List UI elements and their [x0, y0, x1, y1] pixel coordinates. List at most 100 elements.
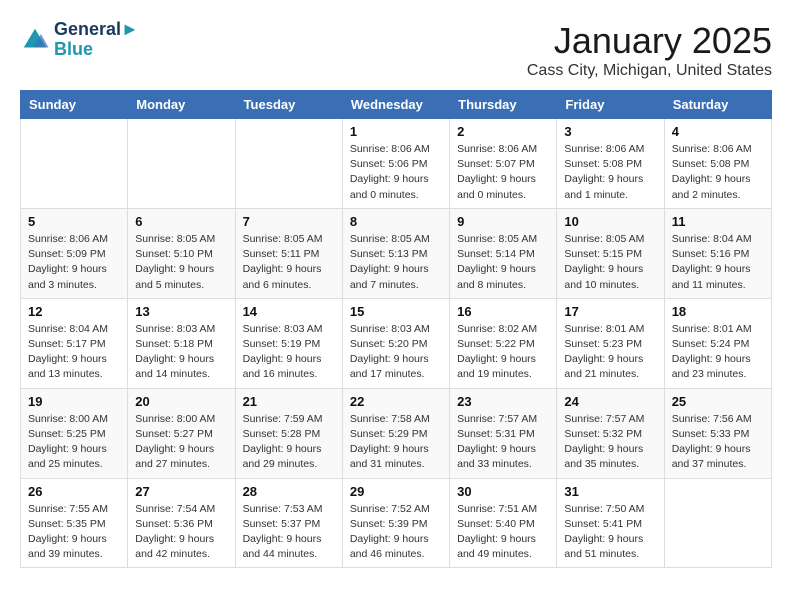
day-number: 27	[135, 484, 227, 499]
day-number: 29	[350, 484, 442, 499]
calendar-cell	[664, 478, 771, 568]
calendar-cell: 12 Sunrise: 8:04 AMSunset: 5:17 PMDayligh…	[21, 298, 128, 388]
day-info: Sunrise: 8:03 AMSunset: 5:20 PMDaylight:…	[350, 322, 442, 383]
day-info: Sunrise: 8:06 AMSunset: 5:08 PMDaylight:…	[672, 142, 764, 203]
calendar-cell: 7Sunrise: 8:05 AMSunset: 5:11 PMDaylight…	[235, 208, 342, 298]
day-info: Sunrise: 7:51 AMSunset: 5:40 PMDaylight:…	[457, 502, 549, 563]
day-number: 12	[28, 304, 120, 319]
day-number: 14	[243, 304, 335, 319]
day-info: Sunrise: 7:59 AMSunset: 5:28 PMDaylight:…	[243, 412, 335, 473]
day-info: Sunrise: 8:05 AMSunset: 5:15 PMDaylight:…	[564, 232, 656, 293]
day-number: 28	[243, 484, 335, 499]
calendar-week-row: 26Sunrise: 7:55 AMSunset: 5:35 PMDayligh…	[21, 478, 772, 568]
weekday-header-cell: Sunday	[21, 91, 128, 119]
month-title: January 2025	[527, 20, 772, 62]
day-number: 7	[243, 214, 335, 229]
day-number: 15	[350, 304, 442, 319]
weekday-header-cell: Friday	[557, 91, 664, 119]
day-info: Sunrise: 8:05 AMSunset: 5:10 PMDaylight:…	[135, 232, 227, 293]
day-info: Sunrise: 7:55 AMSunset: 5:35 PMDaylight:…	[28, 502, 120, 563]
day-number: 4	[672, 124, 764, 139]
calendar-cell: 8 Sunrise: 8:05 AMSunset: 5:13 PMDaylight…	[342, 208, 449, 298]
weekday-header-cell: Wednesday	[342, 91, 449, 119]
day-info: Sunrise: 8:00 AMSunset: 5:25 PMDaylight:…	[28, 412, 120, 473]
day-number: 25	[672, 394, 764, 409]
calendar-cell: 28 Sunrise: 7:53 AMSunset: 5:37 PMDayligh…	[235, 478, 342, 568]
day-info: Sunrise: 8:06 AMSunset: 5:06 PMDaylight:…	[350, 142, 442, 203]
calendar-cell: 15 Sunrise: 8:03 AMSunset: 5:20 PMDayligh…	[342, 298, 449, 388]
calendar-cell: 30 Sunrise: 7:51 AMSunset: 5:40 PMDayligh…	[450, 478, 557, 568]
day-number: 9	[457, 214, 549, 229]
day-number: 19	[28, 394, 120, 409]
day-info: Sunrise: 8:06 AMSunset: 5:09 PMDaylight:…	[28, 232, 120, 293]
day-number: 22	[350, 394, 442, 409]
calendar-body: 1 Sunrise: 8:06 AMSunset: 5:06 PMDaylight…	[21, 119, 772, 568]
day-number: 1	[350, 124, 442, 139]
day-number: 10	[564, 214, 656, 229]
day-number: 2	[457, 124, 549, 139]
day-info: Sunrise: 7:53 AMSunset: 5:37 PMDaylight:…	[243, 502, 335, 563]
weekday-header-cell: Monday	[128, 91, 235, 119]
day-number: 24	[564, 394, 656, 409]
calendar-cell: 13 Sunrise: 8:03 AMSunset: 5:18 PMDayligh…	[128, 298, 235, 388]
location-title: Cass City, Michigan, United States	[527, 62, 772, 80]
day-number: 23	[457, 394, 549, 409]
day-number: 6	[135, 214, 227, 229]
day-info: Sunrise: 7:58 AMSunset: 5:29 PMDaylight:…	[350, 412, 442, 473]
logo-icon	[20, 25, 50, 55]
weekday-header-cell: Thursday	[450, 91, 557, 119]
calendar-cell: 14 Sunrise: 8:03 AMSunset: 5:19 PMDayligh…	[235, 298, 342, 388]
calendar-cell: 18 Sunrise: 8:01 AMSunset: 5:24 PMDayligh…	[664, 298, 771, 388]
day-info: Sunrise: 7:54 AMSunset: 5:36 PMDaylight:…	[135, 502, 227, 563]
calendar-cell: 1 Sunrise: 8:06 AMSunset: 5:06 PMDaylight…	[342, 119, 449, 209]
calendar-week-row: 5 Sunrise: 8:06 AMSunset: 5:09 PMDaylight…	[21, 208, 772, 298]
calendar-cell: 20 Sunrise: 8:00 AMSunset: 5:27 PMDayligh…	[128, 388, 235, 478]
day-number: 11	[672, 214, 764, 229]
day-number: 31	[564, 484, 656, 499]
calendar-cell: 24 Sunrise: 7:57 AMSunset: 5:32 PMDayligh…	[557, 388, 664, 478]
calendar-cell: 19 Sunrise: 8:00 AMSunset: 5:25 PMDayligh…	[21, 388, 128, 478]
day-info: Sunrise: 7:57 AMSunset: 5:32 PMDaylight:…	[564, 412, 656, 473]
weekday-header-row: SundayMondayTuesdayWednesdayThursdayFrid…	[21, 91, 772, 119]
logo-text: General► Blue	[54, 20, 139, 60]
calendar-cell: 2 Sunrise: 8:06 AMSunset: 5:07 PMDaylight…	[450, 119, 557, 209]
day-number: 13	[135, 304, 227, 319]
calendar-cell: 29 Sunrise: 7:52 AMSunset: 5:39 PMDayligh…	[342, 478, 449, 568]
day-info: Sunrise: 8:05 AMSunset: 5:13 PMDaylight:…	[350, 232, 442, 293]
calendar-week-row: 1 Sunrise: 8:06 AMSunset: 5:06 PMDaylight…	[21, 119, 772, 209]
weekday-header-cell: Tuesday	[235, 91, 342, 119]
day-number: 8	[350, 214, 442, 229]
day-info: Sunrise: 8:04 AMSunset: 5:17 PMDaylight:…	[28, 322, 120, 383]
calendar-cell: 17Sunrise: 8:01 AMSunset: 5:23 PMDayligh…	[557, 298, 664, 388]
day-number: 30	[457, 484, 549, 499]
day-info: Sunrise: 7:52 AMSunset: 5:39 PMDaylight:…	[350, 502, 442, 563]
day-info: Sunrise: 8:01 AMSunset: 5:23 PMDaylight:…	[564, 322, 656, 383]
calendar-week-row: 19 Sunrise: 8:00 AMSunset: 5:25 PMDayligh…	[21, 388, 772, 478]
calendar-cell: 10 Sunrise: 8:05 AMSunset: 5:15 PMDayligh…	[557, 208, 664, 298]
day-info: Sunrise: 7:57 AMSunset: 5:31 PMDaylight:…	[457, 412, 549, 473]
day-info: Sunrise: 8:01 AMSunset: 5:24 PMDaylight:…	[672, 322, 764, 383]
day-info: Sunrise: 7:50 AMSunset: 5:41 PMDaylight:…	[564, 502, 656, 563]
day-info: Sunrise: 8:02 AMSunset: 5:22 PMDaylight:…	[457, 322, 549, 383]
day-number: 5	[28, 214, 120, 229]
header: General► Blue January 2025 Cass City, Mi…	[20, 20, 772, 80]
calendar-cell: 11 Sunrise: 8:04 AMSunset: 5:16 PMDayligh…	[664, 208, 771, 298]
weekday-header-cell: Saturday	[664, 91, 771, 119]
day-info: Sunrise: 8:06 AMSunset: 5:08 PMDaylight:…	[564, 142, 656, 203]
calendar-cell: 27 Sunrise: 7:54 AMSunset: 5:36 PMDayligh…	[128, 478, 235, 568]
calendar-cell: 6 Sunrise: 8:05 AMSunset: 5:10 PMDaylight…	[128, 208, 235, 298]
day-info: Sunrise: 7:56 AMSunset: 5:33 PMDaylight:…	[672, 412, 764, 473]
day-number: 20	[135, 394, 227, 409]
calendar-cell: 5 Sunrise: 8:06 AMSunset: 5:09 PMDaylight…	[21, 208, 128, 298]
title-area: January 2025 Cass City, Michigan, United…	[527, 20, 772, 80]
calendar-cell: 4 Sunrise: 8:06 AMSunset: 5:08 PMDaylight…	[664, 119, 771, 209]
day-info: Sunrise: 8:06 AMSunset: 5:07 PMDaylight:…	[457, 142, 549, 203]
day-info: Sunrise: 8:03 AMSunset: 5:18 PMDaylight:…	[135, 322, 227, 383]
day-number: 18	[672, 304, 764, 319]
calendar-cell: 3 Sunrise: 8:06 AMSunset: 5:08 PMDaylight…	[557, 119, 664, 209]
day-info: Sunrise: 8:03 AMSunset: 5:19 PMDaylight:…	[243, 322, 335, 383]
day-number: 3	[564, 124, 656, 139]
day-info: Sunrise: 8:04 AMSunset: 5:16 PMDaylight:…	[672, 232, 764, 293]
day-info: Sunrise: 8:00 AMSunset: 5:27 PMDaylight:…	[135, 412, 227, 473]
calendar-cell	[128, 119, 235, 209]
